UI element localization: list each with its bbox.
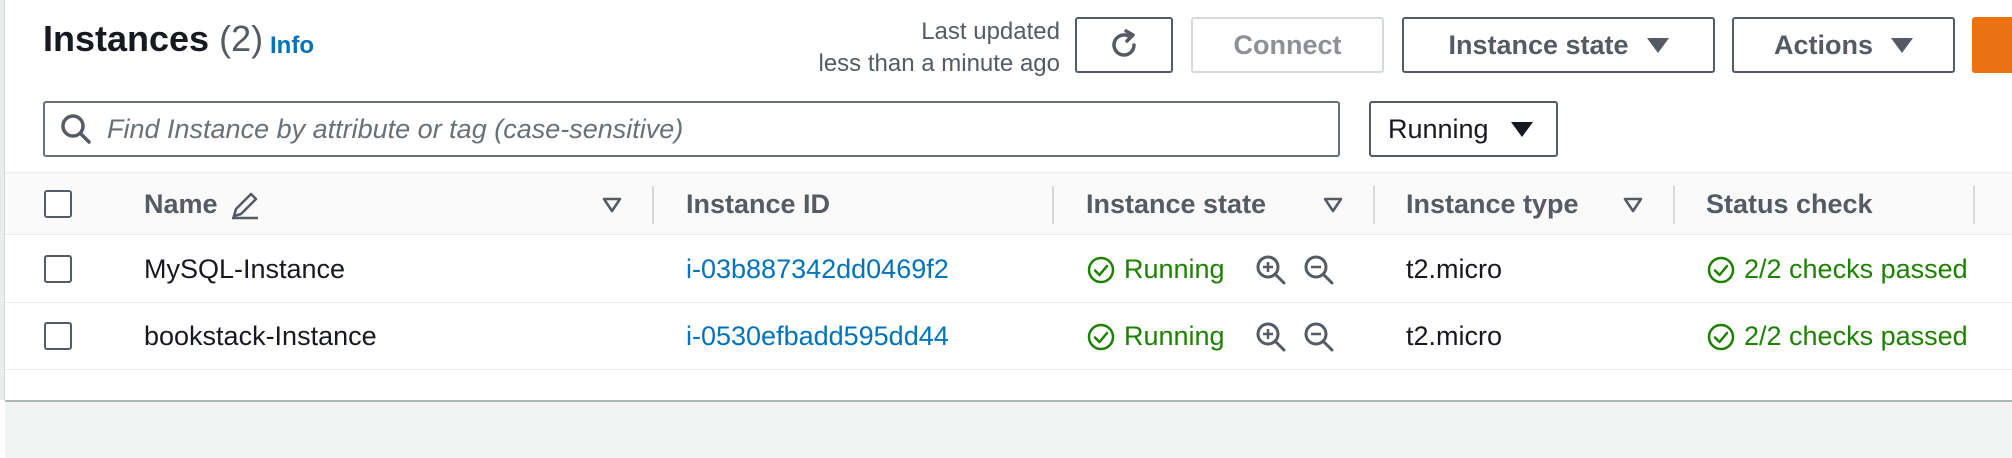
instance-state-text: Running <box>1124 254 1225 284</box>
column-divider[interactable] <box>1973 186 1975 224</box>
page-title-text: Instances <box>43 18 210 59</box>
instance-state-label: Instance state <box>1448 29 1629 60</box>
search-icon <box>61 114 91 144</box>
instance-id-link[interactable]: i-03b887342dd0469f2 <box>686 236 949 303</box>
column-header-instance-state[interactable]: Instance state <box>1086 173 1266 236</box>
table-header: Name Instance ID Instance state Instance… <box>5 172 2012 235</box>
column-label: Status check <box>1706 189 1873 219</box>
success-icon <box>1087 256 1115 283</box>
column-divider[interactable] <box>1052 186 1054 224</box>
instance-name: MySQL-Instance <box>144 254 346 284</box>
instance-state: Running <box>1086 236 1225 303</box>
column-label: Instance type <box>1406 189 1579 219</box>
edit-icon <box>231 192 258 219</box>
launch-instances-button[interactable] <box>1972 17 2012 73</box>
last-updated-value: less than a minute ago <box>818 50 1061 77</box>
status-check: 2/2 checks passed <box>1706 303 1979 370</box>
caret-down-icon <box>1891 37 1913 53</box>
success-icon <box>1707 323 1735 350</box>
search-input[interactable]: Find Instance by attribute or tag (case-… <box>43 101 1340 157</box>
column-header-instance-id[interactable]: Instance ID <box>686 173 830 236</box>
column-header-status-check[interactable]: Status check <box>1706 173 1873 236</box>
instance-state: Running <box>1086 303 1225 370</box>
column-label: Instance ID <box>686 189 831 219</box>
instance-count: (2) <box>219 18 264 59</box>
column-label: Name <box>144 189 218 219</box>
instance-id-link[interactable]: i-0530efbadd595dd44 <box>686 303 949 370</box>
zoom-in-icon[interactable] <box>1255 254 1287 286</box>
zoom-out-icon[interactable] <box>1303 321 1335 353</box>
instance-state-text: Running <box>1124 321 1225 351</box>
last-updated-label: Last updated <box>921 18 1060 45</box>
caret-down-icon <box>1510 121 1533 137</box>
table-row[interactable]: bookstack-Instance i-0530efbadd595dd44 R… <box>5 303 2012 370</box>
filter-selected-value: Running <box>1388 113 1489 144</box>
caret-down-icon <box>1646 37 1669 53</box>
split-panel <box>5 402 2012 458</box>
connect-button[interactable]: Connect <box>1191 17 1384 73</box>
select-all-checkbox[interactable] <box>44 190 72 218</box>
search-placeholder: Find Instance by attribute or tag (case-… <box>107 113 684 144</box>
refresh-icon <box>1112 29 1136 57</box>
column-header-name[interactable]: Name <box>144 173 262 236</box>
row-checkbox[interactable] <box>44 322 72 350</box>
column-label: Instance state <box>1086 189 1267 219</box>
zoom-out-icon[interactable] <box>1303 254 1335 286</box>
refresh-button[interactable] <box>1075 17 1173 73</box>
instance-state-filter[interactable]: Running <box>1369 101 1558 157</box>
status-check-text: 2/2 checks passed <box>1744 321 1968 351</box>
instance-state-dropdown[interactable]: Instance state <box>1402 17 1715 73</box>
actions-dropdown[interactable]: Actions <box>1732 17 1955 73</box>
actions-label: Actions <box>1773 29 1873 60</box>
status-check: 2/2 checks passed <box>1706 236 1979 303</box>
success-icon <box>1087 323 1115 350</box>
instance-type: t2.micro <box>1406 254 1503 284</box>
last-updated: Last updated less than a minute ago <box>780 16 1061 80</box>
instance-type: t2.micro <box>1406 321 1503 351</box>
info-link[interactable]: Info <box>270 32 314 60</box>
table-row[interactable]: MySQL-Instance i-03b887342dd0469f2 Runni… <box>5 236 2012 303</box>
connect-label: Connect <box>1233 29 1342 60</box>
column-header-instance-type[interactable]: Instance type <box>1406 173 1579 236</box>
success-icon <box>1707 256 1735 283</box>
zoom-in-icon[interactable] <box>1255 321 1287 353</box>
sort-icon[interactable] <box>1323 197 1343 213</box>
column-divider[interactable] <box>652 186 654 224</box>
page-title: Instances (2) <box>43 18 263 60</box>
instance-name: bookstack-Instance <box>144 321 377 351</box>
row-checkbox[interactable] <box>44 255 72 283</box>
column-divider[interactable] <box>1373 186 1375 224</box>
sort-icon[interactable] <box>602 197 622 213</box>
status-check-text: 2/2 checks passed <box>1744 254 1968 284</box>
column-divider[interactable] <box>1673 186 1675 224</box>
sort-icon[interactable] <box>1623 197 1643 213</box>
